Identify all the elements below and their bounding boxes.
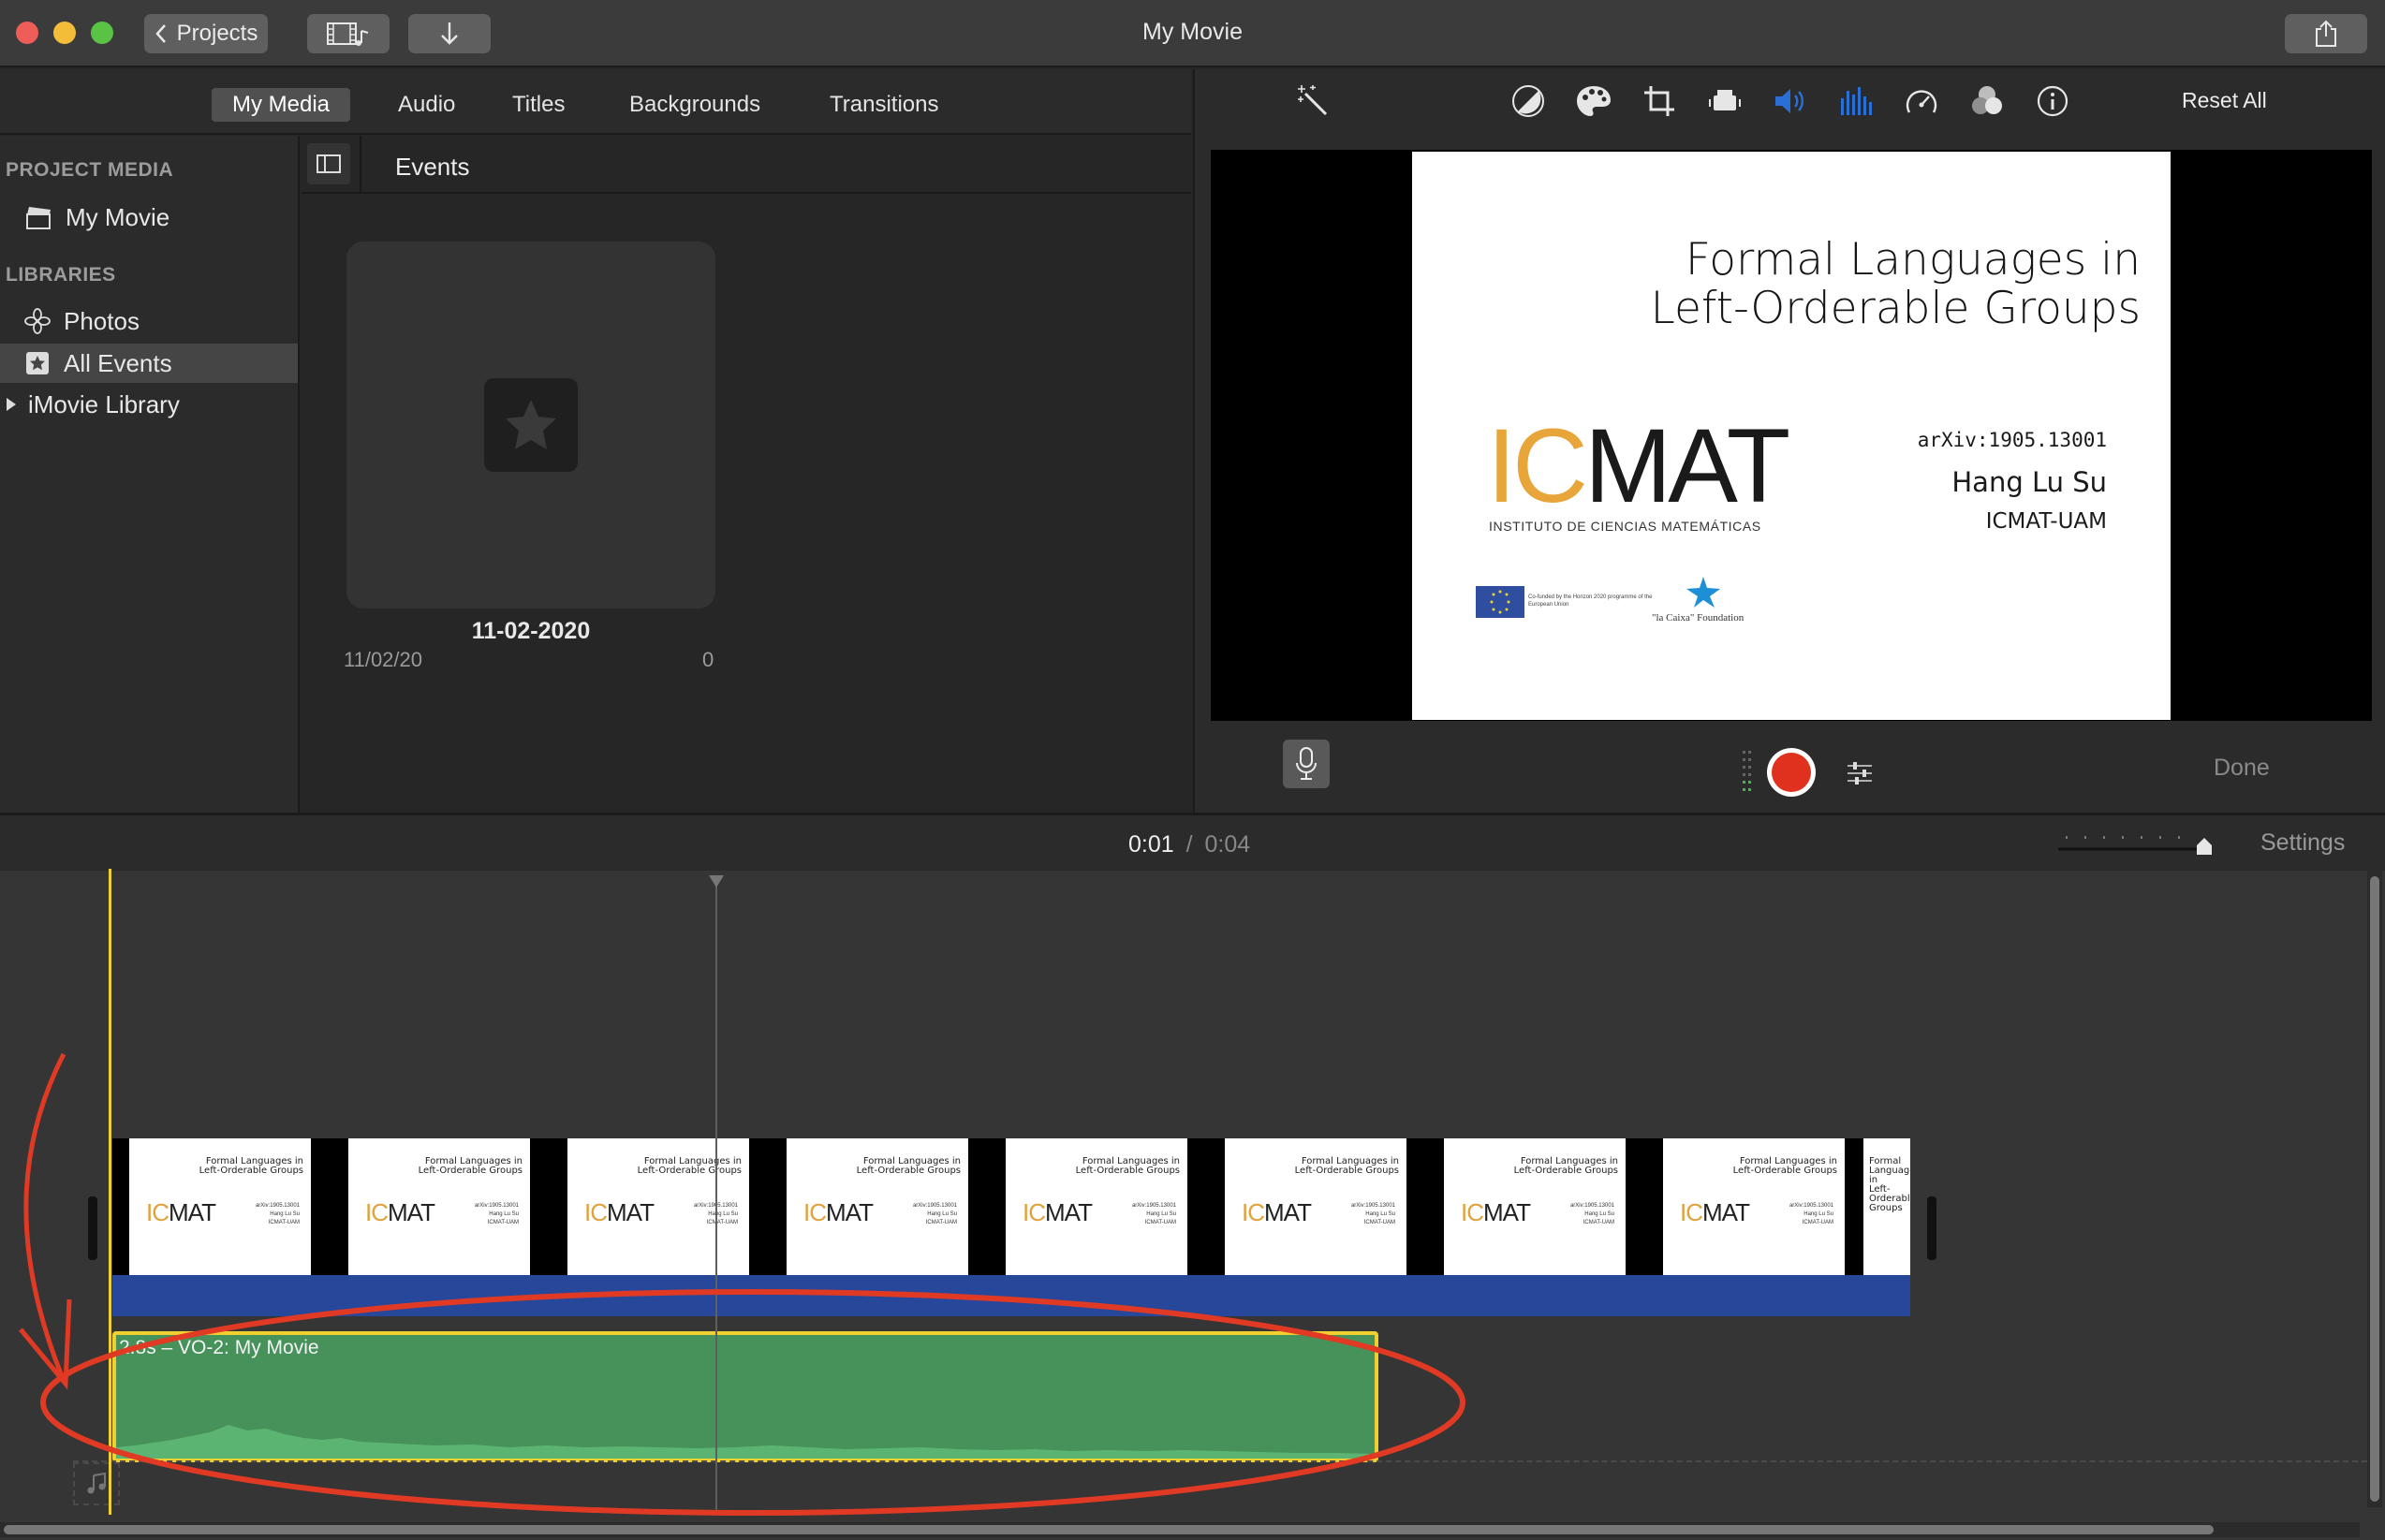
enhance-magic-wand-icon[interactable] [1292,81,1333,122]
sidebar-item-imovie-library[interactable]: iMovie Library [0,385,298,424]
timecode: 0:01 / 0:04 [1128,831,1250,858]
share-button[interactable] [2285,14,2367,53]
eu-flag-logo [1476,586,1524,618]
clip-filter-icon[interactable] [1968,82,2006,120]
slide-frame: Formal Languages in Left-Orderable Group… [1412,152,2171,720]
toggle-sidebar-button[interactable] [307,143,350,184]
browser-header-title: Events [395,153,470,181]
slide-arxiv-id: arXiv:1905.13001 [1917,429,2107,451]
speed-gauge-icon[interactable] [1903,82,1940,120]
slide-title-line1: Formal Languages in [1685,234,2141,286]
thumb-author: arXiv:1905.13001Hang Lu SuICMAT-UAM [1789,1203,1833,1225]
total-time: 0:04 [1204,831,1251,858]
filmstrip-frame: Formal Languages in Left-Orderable Groups… [1663,1138,1845,1275]
clapperboard-icon [26,207,51,229]
lacaixa-text: "la Caixa" Foundation [1652,612,1745,623]
thumb-author: arXiv:1905.13001Hang Lu SuICMAT-UAM [1569,1203,1614,1225]
icmat-subtitle: INSTITUTO DE CIENCIAS MATEMÁTICAS [1489,519,1761,534]
tab-my-media[interactable]: My Media [212,88,351,122]
photos-flower-icon [24,308,51,334]
window-title: My Movie [1142,19,1243,45]
sidebar-item-label: iMovie Library [28,389,180,418]
stabilization-camera-icon[interactable] [1706,82,1744,120]
sidebar-item-all-events[interactable]: All Events [0,344,298,383]
thumb-title: Formal Languages inLeft-Orderable Groups [1869,1156,1910,1213]
record-button[interactable] [1767,748,1816,797]
sidebar-item-label: Photos [64,306,140,335]
color-correction-palette-icon[interactable] [1575,82,1612,120]
event-count: 0 [702,648,714,671]
event-date: 11/02/20 [344,648,423,671]
sidebar-toggle-icon [317,154,341,173]
thumb-title: Formal Languages inLeft-Orderable Groups [1513,1156,1618,1176]
tab-titles[interactable]: Titles [492,88,585,122]
thumb-logo: ICMAT [1680,1198,1750,1226]
sidebar-item-photos[interactable]: Photos [0,301,298,341]
star-placeholder-icon [484,378,578,472]
tab-backgrounds[interactable]: Backgrounds [609,88,781,122]
title-bar: Projects My Movie [0,0,2385,67]
lacaixa-star-logo [1684,575,1723,609]
event-thumbnail[interactable] [346,242,715,609]
annotation-ellipse [40,1289,1465,1516]
zoom-slider-track-icon [2058,836,2212,855]
crop-icon[interactable] [1641,82,1678,120]
skimmer-marker-icon [708,874,725,889]
clip-right-handle[interactable] [1927,1196,1936,1260]
sliders-icon [1848,762,1872,785]
input-level-meter [1742,749,1753,796]
annotation-arrow-shaft [23,1052,66,1377]
slide-author: Hang Lu Su [1951,466,2107,498]
media-tabs-bar: My Media Audio Titles Backgrounds Transi… [0,69,1191,135]
timeline-header: 0:01 / 0:04 Settings [0,813,2385,871]
annotation-overlay [19,1052,1465,1516]
tab-transitions[interactable]: Transitions [809,88,959,122]
thumb-title: Formal Languages inLeft-Orderable Groups [1732,1156,1837,1176]
voiceover-options-button[interactable] [1841,755,1878,792]
sidebar-item-my-movie[interactable]: My Movie [0,198,298,237]
vertical-scroll-thumb[interactable] [2370,876,2379,1502]
done-button[interactable]: Done [2214,755,2270,782]
libraries-sidebar: PROJECT MEDIA My Movie LIBRARIES Photos … [0,136,300,813]
slide-affiliation: ICMAT-UAM [1985,509,2107,534]
current-time: 0:01 [1128,831,1174,858]
project-media-header: PROJECT MEDIA [6,159,174,181]
record-dot-icon [1772,753,1811,792]
icmat-logo: ICMAT [1487,407,1790,524]
info-icon[interactable] [2034,82,2071,120]
vertical-scrollbar[interactable] [2367,871,2382,1507]
color-balance-icon[interactable] [1509,82,1547,120]
voiceover-microphone-button[interactable] [1283,740,1330,788]
time-separator: / [1185,831,1193,858]
slide-title-line2: Left-Orderable Groups [1650,283,2141,334]
eu-funding-text: Co-funded by the Horizon 2020 programme … [1528,594,1653,608]
share-icon [2316,20,2336,47]
sidebar-item-label: All Events [64,348,172,377]
adjustments-bar: Reset All [1193,69,2385,144]
reset-all-button[interactable]: Reset All [2182,88,2267,113]
tab-audio[interactable]: Audio [377,88,476,122]
disclosure-triangle-icon[interactable] [4,395,19,414]
microphone-icon [1296,747,1317,780]
settings-button[interactable]: Settings [2260,829,2345,857]
libraries-header: LIBRARIES [6,264,116,286]
browser-header: Events [302,136,1191,194]
filmstrip-frame-partial: Formal Languages inLeft-Orderable Groups [1863,1138,1910,1275]
volume-speaker-icon[interactable] [1772,82,1809,120]
sidebar-item-label: My Movie [66,202,170,231]
header-divider [360,136,361,194]
event-title: 11-02-2020 [471,618,591,644]
zoom-slider[interactable] [2056,821,2216,858]
noise-reduction-equalizer-icon[interactable] [1837,82,1875,120]
star-box-icon [26,352,49,374]
